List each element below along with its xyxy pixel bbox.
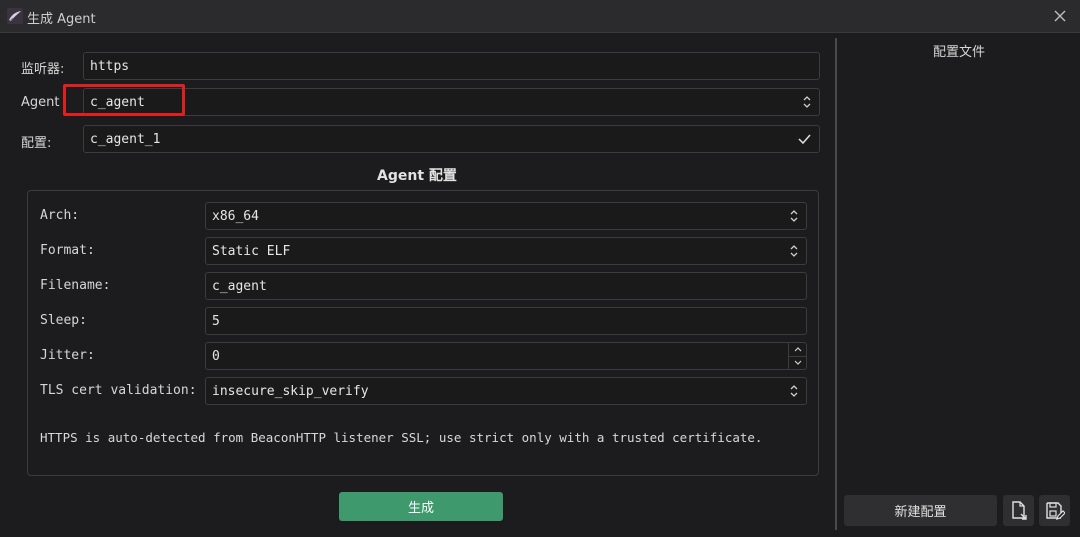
agent-label: Agent <box>21 95 60 110</box>
app-logo-icon <box>7 8 23 24</box>
listener-label: 监听器: <box>21 62 65 77</box>
chevron-up-icon <box>794 347 801 352</box>
config-files-panel <box>838 33 1080 537</box>
agent-config-title: Agent 配置 <box>377 168 457 184</box>
file-open-icon <box>1011 500 1027 520</box>
agent-select[interactable]: c_agent <box>83 88 820 116</box>
listener-input[interactable] <box>90 58 819 74</box>
config-input[interactable] <box>90 131 819 147</box>
panel-splitter[interactable] <box>835 38 837 530</box>
tls-label: TLS cert validation: <box>40 383 197 398</box>
config-files-title: 配置文件 <box>932 45 985 60</box>
format-select-value: Static ELF <box>212 243 291 259</box>
tls-select-value: insecure_skip_verify <box>212 383 369 399</box>
updown-arrow-icon <box>803 96 811 108</box>
window-title: 生成 Agent <box>27 12 96 27</box>
title-bar: 生成 Agent <box>0 0 1080 33</box>
new-config-button[interactable]: 新建配置 <box>844 495 997 526</box>
close-icon[interactable] <box>1050 6 1070 26</box>
listener-field[interactable] <box>83 52 820 80</box>
arch-select-value: x86_64 <box>212 208 259 224</box>
arch-select[interactable]: x86_64 <box>205 202 807 230</box>
format-select[interactable]: Static ELF <box>205 237 807 265</box>
save-edit-icon <box>1045 501 1065 520</box>
sleep-input[interactable] <box>212 313 806 329</box>
sleep-label: Sleep: <box>40 313 87 328</box>
jitter-spinbox[interactable] <box>205 342 807 370</box>
config-label: 配置: <box>21 136 52 151</box>
filename-input[interactable] <box>212 278 806 294</box>
sleep-field[interactable] <box>205 307 807 335</box>
jitter-input[interactable] <box>212 348 806 364</box>
filename-field[interactable] <box>205 272 807 300</box>
format-label: Format: <box>40 243 95 258</box>
generate-button[interactable]: 生成 <box>339 492 503 521</box>
agent-select-value: c_agent <box>90 94 145 110</box>
jitter-spin-buttons <box>788 343 806 369</box>
load-config-button[interactable] <box>1003 495 1034 526</box>
jitter-label: Jitter: <box>40 348 95 363</box>
spin-up-button[interactable] <box>789 343 806 357</box>
updown-arrow-icon <box>790 245 798 257</box>
checkmark-icon[interactable] <box>798 133 811 145</box>
https-note: HTTPS is auto-detected from BeaconHTTP l… <box>40 430 763 445</box>
chevron-down-icon <box>794 360 801 365</box>
updown-arrow-icon <box>790 210 798 222</box>
save-config-button[interactable] <box>1039 495 1070 526</box>
spin-down-button[interactable] <box>789 356 806 369</box>
filename-label: Filename: <box>40 278 111 293</box>
updown-arrow-icon <box>790 385 798 397</box>
arch-label: Arch: <box>40 208 80 223</box>
config-field[interactable] <box>83 125 820 153</box>
tls-select[interactable]: insecure_skip_verify <box>205 377 807 405</box>
